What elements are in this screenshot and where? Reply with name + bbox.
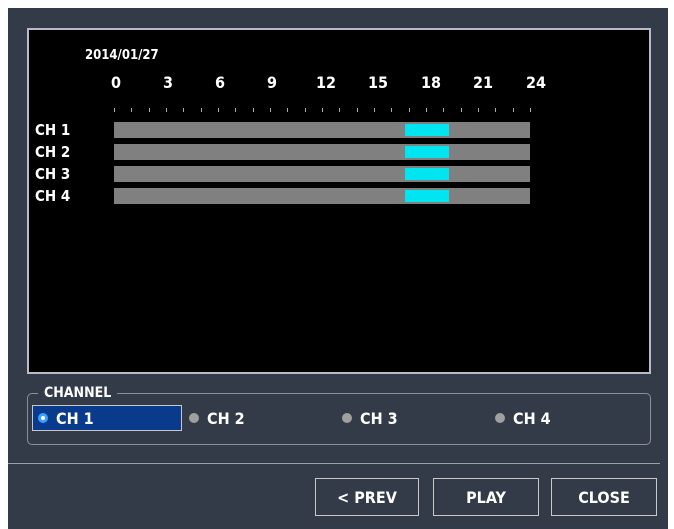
radio-selected-icon xyxy=(38,413,48,423)
radio-unselected-icon xyxy=(342,413,352,423)
timeline-panel: 2014/01/27 0 3 6 9 12 15 18 21 24 CH 1 C… xyxy=(27,28,651,374)
timeline-channel-label-2: CH 2 xyxy=(35,143,71,161)
timeline-channel-label-4: CH 4 xyxy=(35,187,71,205)
recording-segment[interactable] xyxy=(405,146,449,158)
timeline-bar-ch4[interactable] xyxy=(114,188,530,204)
timeline-channel-label-1: CH 1 xyxy=(35,121,71,139)
hour-tick xyxy=(287,108,288,112)
hour-tick xyxy=(495,108,496,112)
channel-select-group: CHANNEL CH 1 CH 2 CH 3 CH 4 xyxy=(27,384,651,445)
hour-tick xyxy=(131,108,132,112)
prev-button[interactable]: < PREV xyxy=(315,478,419,516)
playback-search-dialog: 2014/01/27 0 3 6 9 12 15 18 21 24 CH 1 C… xyxy=(8,8,668,529)
channel-radio-label: CH 4 xyxy=(513,408,551,428)
hour-label-12: 12 xyxy=(315,73,337,92)
hour-tick xyxy=(149,108,150,112)
hour-ruler xyxy=(114,108,531,114)
hour-tick xyxy=(305,108,306,112)
footer-divider xyxy=(8,463,660,464)
hour-tick xyxy=(530,108,531,112)
hour-tick xyxy=(478,108,479,112)
hour-tick xyxy=(183,108,184,112)
hour-tick xyxy=(235,108,236,112)
channel-radio-ch4[interactable]: CH 4 xyxy=(490,405,551,431)
hour-tick xyxy=(201,108,202,112)
play-button[interactable]: PLAY xyxy=(433,478,539,516)
channel-radio-label: CH 3 xyxy=(360,408,398,428)
timeline-bar-ch1[interactable] xyxy=(114,122,530,138)
recording-segment[interactable] xyxy=(405,124,449,136)
hour-tick xyxy=(391,108,392,112)
timeline-bar-ch2[interactable] xyxy=(114,144,530,160)
hour-label-6: 6 xyxy=(214,73,225,92)
recording-segment[interactable] xyxy=(405,190,449,202)
hour-label-9: 9 xyxy=(266,73,277,92)
hour-tick xyxy=(357,108,358,112)
channel-radio-ch1[interactable]: CH 1 xyxy=(32,405,182,431)
hour-label-15: 15 xyxy=(367,73,389,92)
timeline-date: 2014/01/27 xyxy=(85,48,159,63)
timeline-channel-label-3: CH 3 xyxy=(35,165,71,183)
hour-tick xyxy=(426,108,427,112)
hour-tick xyxy=(218,108,219,112)
hour-tick xyxy=(339,108,340,112)
radio-unselected-icon xyxy=(495,413,505,423)
recording-segment[interactable] xyxy=(405,168,449,180)
hour-tick xyxy=(114,108,115,112)
hour-tick xyxy=(443,108,444,112)
hour-tick xyxy=(374,108,375,112)
hour-tick xyxy=(166,108,167,112)
hour-label-0: 0 xyxy=(110,73,121,92)
hour-tick xyxy=(461,108,462,112)
channel-radio-ch3[interactable]: CH 3 xyxy=(337,405,398,431)
hour-label-18: 18 xyxy=(420,73,442,92)
hour-tick xyxy=(513,108,514,112)
hour-label-24: 24 xyxy=(525,73,547,92)
hour-label-21: 21 xyxy=(472,73,494,92)
hour-tick xyxy=(322,108,323,112)
hour-tick xyxy=(409,108,410,112)
hour-tick xyxy=(253,108,254,112)
channel-radio-label: CH 1 xyxy=(56,408,94,428)
hour-label-3: 3 xyxy=(162,73,173,92)
timeline-bar-ch3[interactable] xyxy=(114,166,530,182)
channel-radio-ch2[interactable]: CH 2 xyxy=(184,405,245,431)
radio-unselected-icon xyxy=(189,413,199,423)
channel-group-legend: CHANNEL xyxy=(38,384,118,402)
channel-radio-label: CH 2 xyxy=(207,408,245,428)
hour-tick xyxy=(270,108,271,112)
close-button[interactable]: CLOSE xyxy=(551,478,657,516)
